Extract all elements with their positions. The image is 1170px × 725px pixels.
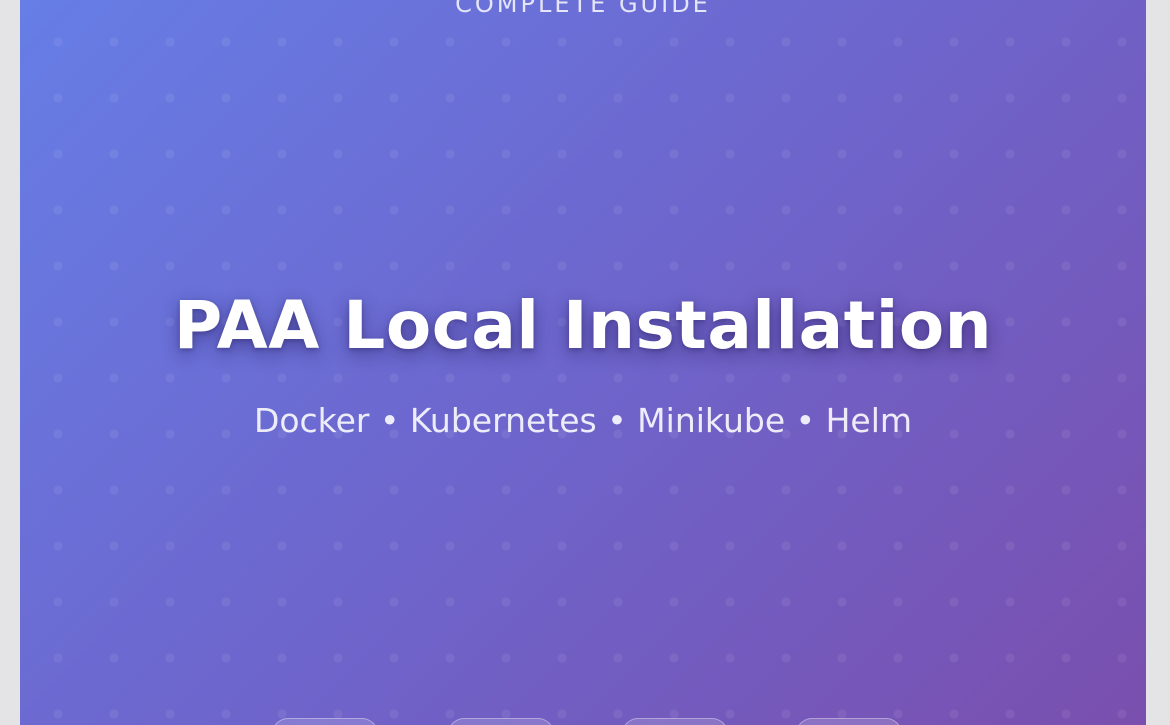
hero-banner: COMPLETE GUIDE PAA Local Installation Do…	[20, 0, 1146, 725]
tag-pill	[448, 718, 554, 725]
tag-pill-row	[20, 718, 1146, 725]
page-title: PAA Local Installation	[173, 287, 993, 364]
technology-subtitle: Docker • Kubernetes • Minikube • Helm	[253, 401, 913, 440]
tag-pill	[796, 718, 902, 725]
eyebrow-label: COMPLETE GUIDE	[455, 0, 711, 18]
tag-pill	[622, 718, 728, 725]
tag-pill	[272, 718, 378, 725]
